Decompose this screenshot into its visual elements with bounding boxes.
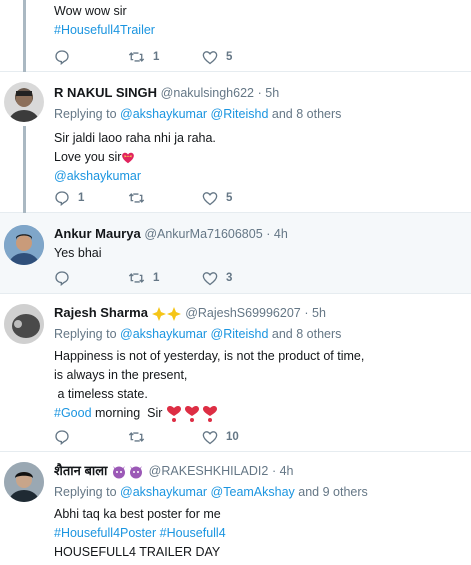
like-icon xyxy=(202,271,218,285)
mention-link[interactable]: @TeamAkshay xyxy=(211,485,295,499)
tweet-3[interactable]: Rajesh Sharma @RajeshS69996207 · 5h Repl… xyxy=(0,294,471,452)
tweet-1[interactable]: R NAKUL SINGH @nakulsingh622 · 5h Replyi… xyxy=(0,72,471,213)
mention-link[interactable]: @akshaykumar xyxy=(120,485,207,499)
author-handle[interactable]: @RAKESHKHILADI2 xyxy=(149,464,269,478)
retweet-icon xyxy=(128,432,145,442)
tweet-timestamp[interactable]: · 5h xyxy=(304,306,326,320)
tweet-4[interactable]: शैतान बाला @RAKESHKHILADI2 · 4h Replying… xyxy=(0,452,471,565)
mention-link[interactable]: @akshaykumar xyxy=(120,327,207,341)
retweet-icon xyxy=(128,52,145,62)
thread-line xyxy=(23,126,26,213)
hashtag-link[interactable]: #Housefull4Poster xyxy=(54,526,156,540)
replying-to-line: Replying to @akshaykumar @Riteishd and 8… xyxy=(54,327,342,341)
tweet-body: Abhi taq ka best poster for me #Houseful… xyxy=(54,507,226,559)
author-handle[interactable]: @AnkurMa71606805 xyxy=(144,227,262,241)
author-name[interactable]: R NAKUL SINGH xyxy=(54,85,157,100)
sparkles-emoji xyxy=(151,306,181,321)
tweet-timestamp[interactable]: · 4h xyxy=(272,464,294,478)
mention-link[interactable]: @akshaykumar xyxy=(120,107,207,121)
replying-to-line: Replying to @akshaykumar @Riteishd and 8… xyxy=(54,107,342,121)
retweet-button[interactable] xyxy=(128,190,202,206)
retweet-button[interactable]: 1 xyxy=(128,49,202,65)
hashtag-link[interactable]: #Housefull4Trailer xyxy=(54,23,155,37)
replying-to-line: Replying to @akshaykumar @TeamAkshay and… xyxy=(54,485,368,499)
like-icon xyxy=(202,50,218,64)
mention-link[interactable]: @akshaykumar xyxy=(54,169,141,183)
tweet-body: Sir jaldi laoo raha nhi ja raha. Love yo… xyxy=(54,131,216,183)
author-handle[interactable]: @RajeshS69996207 xyxy=(185,306,301,320)
like-button[interactable]: 5 xyxy=(202,50,232,65)
mention-link[interactable]: @Riteishd xyxy=(211,327,269,341)
like-button[interactable]: 10 xyxy=(202,430,239,445)
tweet-text-line: Wow wow sir xyxy=(54,4,127,18)
reply-icon xyxy=(55,271,69,286)
reply-button[interactable] xyxy=(54,270,128,286)
reply-button[interactable] xyxy=(54,49,128,65)
retweet-button[interactable]: 1 xyxy=(128,270,202,286)
mention-link[interactable]: @Riteishd xyxy=(211,107,269,121)
others-link[interactable]: and 8 others xyxy=(272,107,342,121)
reply-icon xyxy=(55,50,69,65)
retweet-button[interactable] xyxy=(128,429,202,445)
tweet-0[interactable]: Wow wow sir #Housefull4Trailer 1 5 xyxy=(0,0,471,72)
avatar[interactable] xyxy=(4,82,44,122)
avatar[interactable] xyxy=(4,304,44,344)
tweet-timestamp[interactable]: · 4h xyxy=(266,227,288,241)
tweet-body: Happiness is not of yesterday, is not th… xyxy=(54,349,365,422)
like-icon xyxy=(202,430,218,444)
heart-with-ribbon-emoji xyxy=(122,152,135,163)
retweet-icon xyxy=(128,193,145,203)
tweet-timestamp[interactable]: · 5h xyxy=(258,86,280,100)
like-button[interactable]: 3 xyxy=(202,271,232,286)
thread-line xyxy=(23,0,26,72)
tweet-body: Yes bhai xyxy=(54,246,102,260)
retweet-icon xyxy=(128,273,145,283)
like-icon xyxy=(202,191,218,205)
author-name[interactable]: Rajesh Sharma xyxy=(54,305,148,320)
avatar[interactable] xyxy=(4,225,44,265)
others-link[interactable]: and 8 others xyxy=(272,327,342,341)
author-handle[interactable]: @nakulsingh622 xyxy=(161,86,254,100)
author-name[interactable]: Ankur Maurya xyxy=(54,226,141,241)
smiling-devil-emoji xyxy=(113,466,143,479)
others-link[interactable]: and 9 others xyxy=(298,485,368,499)
reply-icon xyxy=(55,191,69,206)
tweet-2[interactable]: Ankur Maurya @AnkurMa71606805 · 4h Yes b… xyxy=(0,213,471,294)
reply-button[interactable]: 1 xyxy=(54,190,128,206)
reply-button[interactable] xyxy=(54,429,128,445)
author-name[interactable]: शैतान बाला xyxy=(54,463,107,478)
reply-icon xyxy=(55,430,69,445)
like-button[interactable]: 5 xyxy=(202,191,232,206)
hashtag-link[interactable]: #Good xyxy=(54,406,92,420)
avatar[interactable] xyxy=(4,462,44,502)
heart-exclamation-emoji xyxy=(166,405,217,422)
hashtag-link[interactable]: #Housefull4 xyxy=(160,526,226,540)
